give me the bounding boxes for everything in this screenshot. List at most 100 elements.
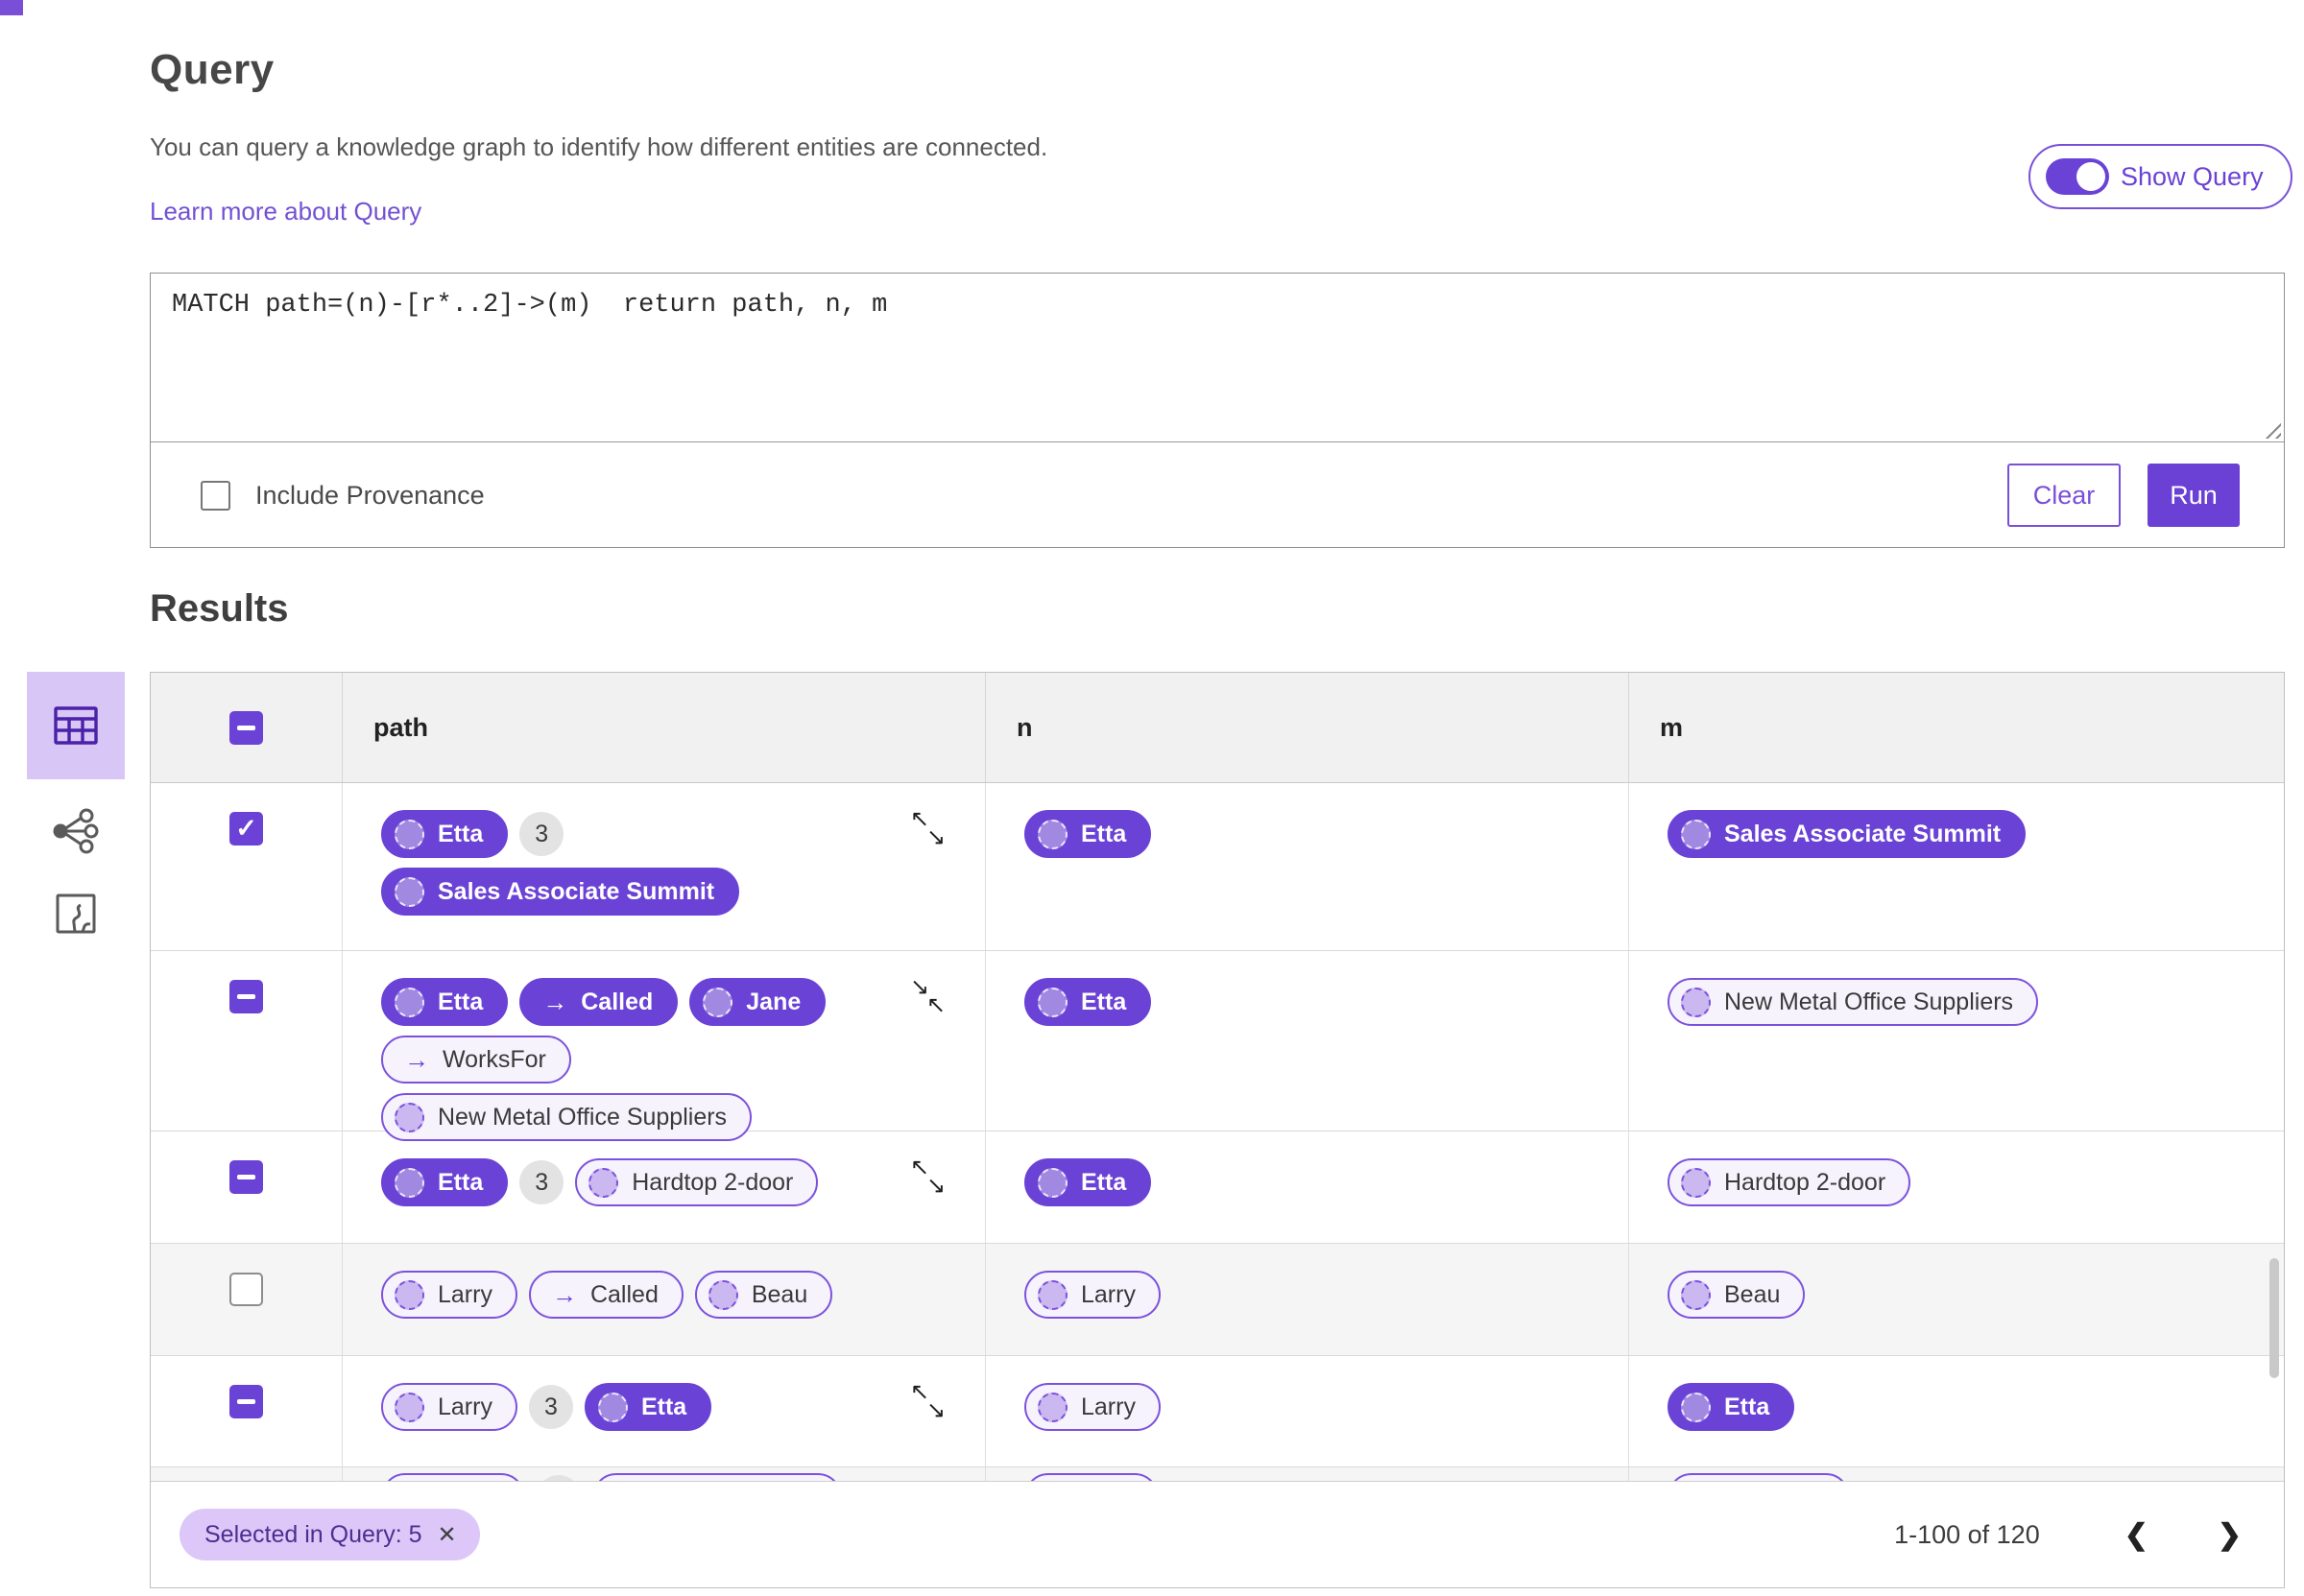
- node-pill[interactable]: Etta: [584, 1383, 712, 1431]
- query-actions-bar: Include Provenance Clear Run: [151, 442, 2284, 548]
- edge-label: Called: [581, 988, 654, 1015]
- node-pill[interactable]: Larry: [1024, 1271, 1161, 1319]
- path-line: Etta 3: [381, 810, 985, 858]
- node-label: Hardtop 2-door: [632, 1168, 794, 1196]
- node-pill[interactable]: Etta: [381, 978, 509, 1026]
- node-pill[interactable]: Beau: [1668, 1271, 1806, 1319]
- graph-view-icon: [53, 808, 99, 854]
- selected-in-query-chip[interactable]: Selected in Query: 5 ✕: [180, 1509, 480, 1560]
- query-textarea[interactable]: MATCH path=(n)-[r*..2]->(m) return path,…: [151, 274, 2284, 441]
- row-checkbox[interactable]: [229, 1385, 263, 1418]
- n-line: Etta: [1024, 810, 1628, 858]
- learn-more-link[interactable]: Learn more about Query: [150, 197, 421, 226]
- run-button[interactable]: Run: [2148, 464, 2240, 527]
- select-all-checkbox[interactable]: [229, 710, 263, 745]
- expand-icon[interactable]: ↖ ↘: [910, 1156, 950, 1199]
- node-pill[interactable]: New Metal Office Suppliers: [1668, 978, 2039, 1026]
- node-pill[interactable]: Etta: [381, 1158, 509, 1206]
- node-pill[interactable]: Hardtop 2-door: [575, 1158, 819, 1206]
- n-cell: Etta: [986, 1131, 1629, 1243]
- row-checkbox[interactable]: ✓: [229, 812, 263, 846]
- arrow-right-icon: →: [542, 988, 568, 1016]
- node-pill[interactable]: Etta: [1668, 1383, 1795, 1431]
- node-pill[interactable]: Larry: [381, 1383, 517, 1431]
- vertical-scrollbar-thumb[interactable]: [2269, 1258, 2279, 1378]
- node-pill[interactable]: Etta: [1024, 810, 1152, 858]
- path-line: Etta → Called Jane: [381, 978, 985, 1026]
- next-page-button[interactable]: ❯: [2218, 1518, 2242, 1552]
- node-pill[interactable]: Etta: [1024, 1158, 1152, 1206]
- count-badge[interactable]: 3: [528, 1385, 573, 1429]
- node-circle-icon: [395, 819, 424, 849]
- node-pill[interactable]: Hardtop 2-door: [1668, 1158, 1911, 1206]
- table-view-button[interactable]: [27, 672, 125, 779]
- node-circle-icon: [1681, 987, 1711, 1017]
- graph-view-button[interactable]: [27, 800, 125, 862]
- node-circle-icon: [1038, 1167, 1068, 1198]
- n-cell: [986, 1467, 1629, 1482]
- n-cell-content: Etta: [986, 1131, 1628, 1206]
- query-page: Query You can query a knowledge graph to…: [0, 0, 2304, 1596]
- node-circle-icon: [1681, 1279, 1711, 1310]
- node-pill[interactable]: Etta: [381, 810, 509, 858]
- node-label: New Metal Office Suppliers: [438, 1103, 728, 1131]
- toggle-switch-icon[interactable]: [2046, 158, 2109, 195]
- corner-marker: [0, 0, 23, 15]
- n-line: Etta: [1024, 978, 1628, 1026]
- n-line: Etta: [1024, 1158, 1628, 1206]
- previous-page-button[interactable]: ❮: [2124, 1518, 2148, 1552]
- query-editor-box: MATCH path=(n)-[r*..2]->(m) return path,…: [150, 273, 2285, 548]
- row-select-cell: ✓: [151, 783, 343, 950]
- n-cell-content: Larry: [986, 1356, 1628, 1431]
- node-circle-icon: [395, 1102, 424, 1132]
- path-cell: Etta → Called Jane → WorksFor New Metal Office…: [343, 951, 986, 1141]
- chip-close-icon[interactable]: ✕: [438, 1521, 457, 1549]
- arrow-glyph: ↖: [926, 992, 947, 1018]
- count-badge[interactable]: 3: [519, 1160, 564, 1204]
- expand-icon[interactable]: ↖ ↘: [910, 1381, 950, 1423]
- count-badge[interactable]: 3: [519, 812, 564, 856]
- node-circle-icon: [1681, 819, 1711, 849]
- path-cell-content: Larry → Called Beau: [343, 1244, 985, 1319]
- node-pill[interactable]: Larry: [381, 1271, 517, 1319]
- n-cell-content: [986, 1467, 1628, 1482]
- pagination-range: 1-100 of 120: [1894, 1519, 2040, 1549]
- table-row: [151, 1467, 2284, 1482]
- show-query-label: Show Query: [2121, 161, 2264, 191]
- row-checkbox[interactable]: [229, 980, 263, 1013]
- node-pill[interactable]: Larry: [1024, 1383, 1161, 1431]
- toggle-knob: [2076, 162, 2105, 191]
- edge-pill[interactable]: → WorksFor: [381, 1036, 571, 1084]
- include-provenance-label: Include Provenance: [255, 480, 485, 510]
- show-query-toggle[interactable]: Show Query: [2028, 144, 2292, 209]
- node-pill[interactable]: Jane: [689, 978, 827, 1026]
- m-line: New Metal Office Suppliers: [1668, 978, 2284, 1026]
- path-line: Larry → Called Beau: [381, 1271, 985, 1319]
- edge-pill[interactable]: → Called: [528, 1271, 684, 1319]
- row-select-cell: [151, 1356, 343, 1466]
- node-circle-icon: [395, 1167, 424, 1198]
- expand-icon[interactable]: ↖ ↘: [910, 808, 950, 850]
- node-label: New Metal Office Suppliers: [1724, 988, 2014, 1015]
- node-label: Etta: [640, 1393, 687, 1420]
- node-pill[interactable]: Beau: [694, 1271, 833, 1319]
- node-pill[interactable]: Sales Associate Summit: [1668, 810, 2027, 858]
- node-pill[interactable]: Etta: [1024, 978, 1152, 1026]
- collapse-icon[interactable]: ↘ ↖: [910, 976, 950, 1018]
- row-select-cell: [151, 1467, 343, 1482]
- node-label: Sales Associate Summit: [438, 877, 715, 905]
- edge-pill[interactable]: → Called: [519, 978, 679, 1026]
- path-cell-content: Etta 3 Hardtop 2-door: [343, 1131, 985, 1206]
- include-provenance-checkbox[interactable]: [201, 480, 230, 511]
- n-cell: Etta: [986, 783, 1629, 950]
- m-cell: Beau: [1629, 1244, 2284, 1355]
- node-label: Etta: [438, 1168, 484, 1196]
- node-pill[interactable]: Sales Associate Summit: [381, 868, 740, 916]
- edge-label: Called: [589, 1280, 659, 1308]
- row-checkbox[interactable]: [229, 1160, 263, 1194]
- map-view-button[interactable]: [27, 883, 125, 944]
- clear-button[interactable]: Clear: [2007, 464, 2121, 527]
- node-circle-icon: [1038, 1392, 1068, 1422]
- indeterminate-icon: [237, 1175, 255, 1179]
- row-checkbox[interactable]: [229, 1273, 263, 1306]
